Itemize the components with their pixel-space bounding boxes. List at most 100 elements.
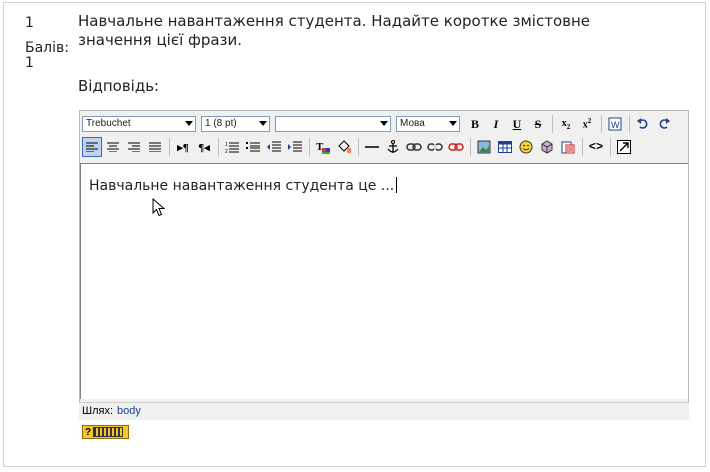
remove-link-button[interactable] <box>446 137 466 157</box>
editor-statusbar: Шлях: body <box>79 402 689 420</box>
font-size-value: 1 (8 pt) <box>205 118 237 129</box>
svg-text:W: W <box>611 120 620 130</box>
toolbar-separator <box>358 138 359 156</box>
underline-button[interactable]: U <box>507 114 527 134</box>
grade-value: 1 <box>25 55 34 71</box>
editor-text: Навчальне навантаження студента це ... <box>89 178 395 194</box>
rtl-button[interactable]: ¶◂ <box>194 137 214 157</box>
grade-label: Балів: <box>25 40 69 56</box>
indent-icon <box>288 141 302 152</box>
subscript-icon: x2 <box>561 117 571 131</box>
align-left-icon <box>86 142 98 152</box>
path-label: Шлях: <box>82 405 114 417</box>
language-select[interactable]: Мова <box>396 116 460 132</box>
editor-content-area[interactable]: Навчальне навантаження студента це ... <box>80 163 688 399</box>
code-icon: <> <box>588 140 604 154</box>
mouse-pointer-icon <box>152 198 166 217</box>
insert-image-button[interactable] <box>474 137 494 157</box>
box-icon <box>541 140 553 154</box>
ltr-button[interactable]: ▸¶ <box>173 137 193 157</box>
insert-link-button[interactable] <box>404 137 424 157</box>
table-icon <box>498 141 512 153</box>
font-family-value: Trebuchet <box>86 118 131 129</box>
svg-text:2: 2 <box>225 149 228 153</box>
clean-word-button[interactable]: W <box>605 114 625 134</box>
toolbar-row-1: Trebuchet 1 (8 pt) Мова B I U S x2 x2 W <box>80 112 688 136</box>
toolbar-separator <box>582 138 583 156</box>
rtl-icon: ¶◂ <box>198 141 210 154</box>
insert-table-button[interactable] <box>495 137 515 157</box>
word-icon: W <box>608 117 622 131</box>
chevron-down-icon <box>449 121 457 126</box>
paste-special-button[interactable] <box>558 137 578 157</box>
smiley-icon <box>519 140 533 154</box>
editor-content: Навчальне навантаження студента це ... <box>89 177 398 194</box>
unordered-list-button[interactable] <box>243 137 263 157</box>
align-center-icon <box>107 142 119 152</box>
help-keyboard-badge[interactable]: ? <box>82 425 129 439</box>
horizontal-rule-button[interactable] <box>362 137 382 157</box>
help-icon: ? <box>85 426 92 438</box>
align-right-icon <box>128 142 140 152</box>
align-right-button[interactable] <box>124 137 144 157</box>
style-select[interactable] <box>275 116 391 132</box>
image-icon <box>477 140 491 154</box>
outdent-button[interactable] <box>264 137 284 157</box>
italic-button[interactable]: I <box>486 114 506 134</box>
undo-button[interactable] <box>633 114 653 134</box>
path-body-link[interactable]: body <box>117 405 141 417</box>
toolbar-separator <box>470 138 471 156</box>
toolbar-separator <box>218 138 219 156</box>
toolbar-row-2: ▸¶ ¶◂ 12 T <> <box>80 135 688 159</box>
superscript-icon: x2 <box>582 117 592 131</box>
chevron-down-icon <box>185 121 193 126</box>
anchor-icon <box>387 140 399 153</box>
italic-icon: I <box>493 116 499 131</box>
strikethrough-button[interactable]: S <box>528 114 548 134</box>
answer-label: Відповідь: <box>78 77 160 95</box>
redo-icon <box>659 118 670 129</box>
undo-icon <box>637 118 648 129</box>
insert-media-button[interactable] <box>537 137 557 157</box>
chevron-down-icon <box>259 121 267 126</box>
toolbar-separator <box>601 115 602 133</box>
svg-text:1: 1 <box>225 142 228 148</box>
insert-smiley-button[interactable] <box>516 137 536 157</box>
font-size-select[interactable]: 1 (8 pt) <box>201 116 270 132</box>
html-source-button[interactable]: <> <box>586 137 606 157</box>
text-color-button[interactable]: T <box>313 137 333 157</box>
toolbar-separator <box>309 138 310 156</box>
toolbar-separator <box>629 115 630 133</box>
justify-button[interactable] <box>145 137 165 157</box>
language-value: Мова <box>400 118 425 129</box>
unordered-list-icon <box>246 142 260 152</box>
unlink-button[interactable] <box>425 137 445 157</box>
text-color-icon: T <box>316 141 330 154</box>
horizontal-rule-icon <box>365 146 379 148</box>
align-center-button[interactable] <box>103 137 123 157</box>
fullscreen-icon <box>617 140 631 154</box>
strikethrough-icon: S <box>534 116 542 131</box>
unlink-icon <box>427 142 443 152</box>
toolbar-separator <box>610 138 611 156</box>
clipboard-icon <box>561 141 575 154</box>
keyboard-icon <box>93 427 124 437</box>
justify-icon <box>149 142 161 152</box>
subscript-button[interactable]: x2 <box>556 114 576 134</box>
remove-link-icon <box>448 143 464 151</box>
superscript-button[interactable]: x2 <box>577 114 597 134</box>
anchor-button[interactable] <box>383 137 403 157</box>
align-left-button[interactable] <box>82 137 102 157</box>
font-family-select[interactable]: Trebuchet <box>82 116 196 132</box>
indent-button[interactable] <box>285 137 305 157</box>
ordered-list-icon: 12 <box>225 142 239 153</box>
question-info: 1 Балів: 1 <box>25 16 79 71</box>
fullscreen-button[interactable] <box>614 137 634 157</box>
paint-bucket-icon <box>338 140 351 153</box>
underline-icon: U <box>512 116 522 131</box>
redo-button[interactable] <box>654 114 674 134</box>
background-color-button[interactable] <box>334 137 354 157</box>
ordered-list-button[interactable]: 12 <box>222 137 242 157</box>
bold-button[interactable]: B <box>465 114 485 134</box>
html-editor: Trebuchet 1 (8 pt) Мова B I U S x2 x2 W <box>79 110 689 420</box>
